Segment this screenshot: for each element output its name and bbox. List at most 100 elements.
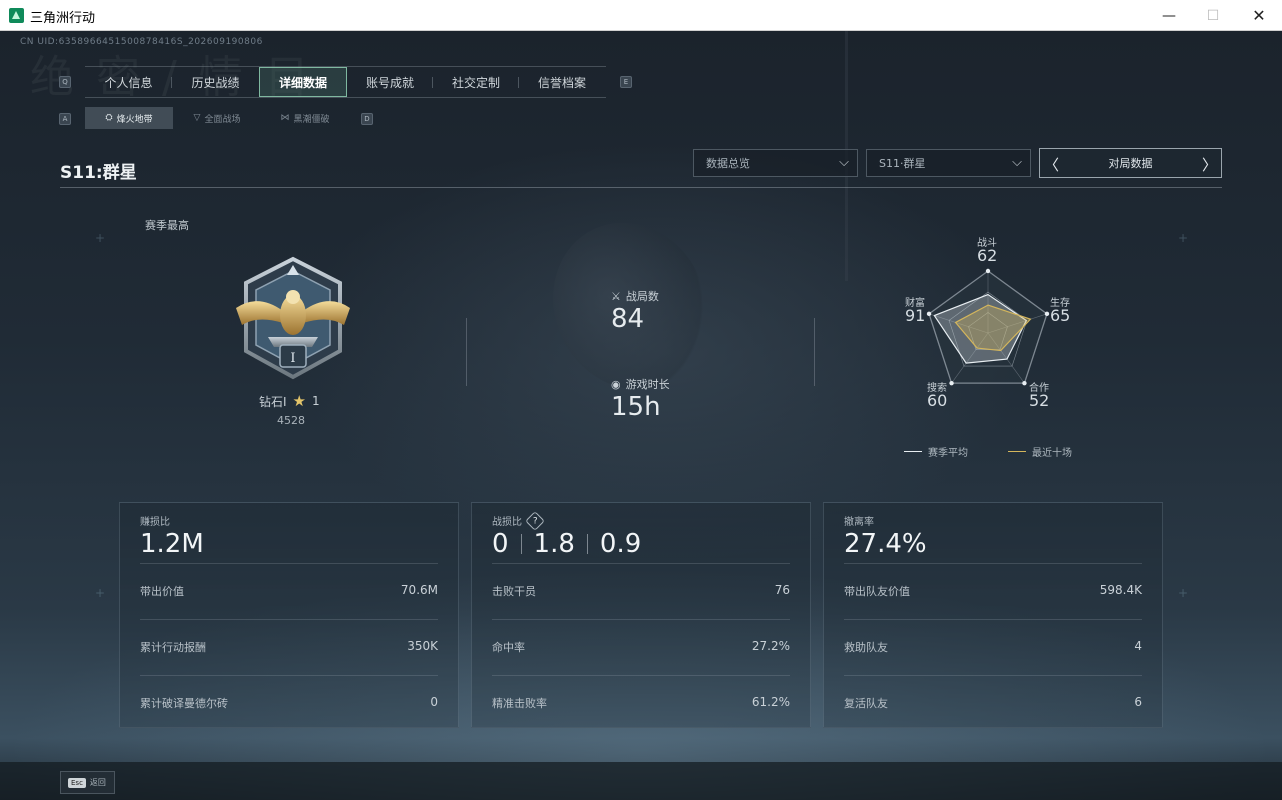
subtab-label: 烽火地带: [116, 114, 153, 125]
player-uid: CN UID:6358966451500878416S_202609190806: [20, 37, 263, 47]
key-hint-e: E: [620, 76, 632, 88]
overview-dropdown[interactable]: 数据总览 ⌵: [693, 149, 858, 177]
radar-vertex: [1044, 311, 1050, 317]
row-label: 救助队友: [844, 641, 888, 654]
crosshair-decoration: +: [95, 586, 106, 600]
radar-axis-value: 65: [1050, 306, 1071, 325]
radar-axis-value: 60: [927, 391, 948, 410]
row-label: 带出队友价值: [844, 585, 910, 598]
row-divider: [492, 619, 790, 620]
tab-personal-info[interactable]: 个人信息: [85, 67, 172, 97]
app-logo-icon: [9, 8, 24, 23]
playtime-label: ◉ 游戏时长: [611, 376, 670, 392]
tab-label: 社交定制: [451, 75, 500, 90]
minimize-button[interactable]: —: [1146, 3, 1192, 28]
row-label: 带出价值: [140, 585, 184, 598]
radar-vertex: [949, 380, 954, 386]
game-stage: 绝 密 / 情 目 + + + + CN UID:635896645150087…: [0, 31, 1282, 800]
row-divider: [844, 563, 1142, 564]
row-divider: [492, 675, 790, 676]
chevron-left-icon[interactable]: 〈: [1044, 154, 1059, 175]
row-value: 70.6M: [400, 583, 438, 597]
legend-label: 最近十场: [1032, 448, 1072, 459]
row-divider: [140, 619, 438, 620]
star-icon: ★: [292, 392, 306, 410]
card-title: 撤离率: [844, 517, 874, 528]
tab-label: 历史战绩: [191, 75, 240, 90]
legend-label: 赛季平均: [928, 448, 968, 459]
key-hint-q: Q: [59, 76, 71, 88]
subtab-label: 全面战场: [204, 114, 241, 125]
row-value: 0: [430, 695, 438, 709]
tab-label: 个人信息: [104, 75, 153, 90]
sub-tab-bar: ⛭ 烽火地带 ▽ 全面战场 ⋈ 黑潮僵破: [85, 107, 349, 129]
header-divider: [60, 187, 1222, 188]
row-divider: [844, 619, 1142, 620]
playtime-label-text: 游戏时长: [625, 378, 670, 391]
legend-line: [1008, 451, 1026, 452]
tab-label: 信誉档案: [537, 75, 586, 90]
dropdown-value: 数据总览: [706, 157, 750, 170]
season-high-label: 赛季最高: [145, 219, 189, 232]
maximize-button[interactable]: ☐: [1190, 3, 1236, 28]
tab-label: 详细数据: [278, 75, 327, 90]
crosshair-decoration: +: [95, 231, 106, 245]
row-divider: [844, 675, 1142, 676]
row-value: 76: [774, 583, 790, 597]
radar-vertex: [1022, 380, 1027, 386]
rank-tier: 钻石I ★ 1: [259, 392, 320, 410]
tab-reputation[interactable]: 信誉档案: [519, 67, 605, 97]
subtab-operations[interactable]: ⛭ 烽火地带: [85, 107, 173, 129]
chevron-right-icon[interactable]: 〉: [1202, 154, 1217, 175]
legend-recent-ten: 最近十场: [1008, 444, 1072, 459]
row-label: 击败干员: [492, 585, 536, 598]
row-label: 命中率: [492, 641, 525, 654]
card-title: 赚损比: [140, 517, 170, 528]
help-icon[interactable]: ?: [525, 510, 545, 531]
row-divider: [140, 675, 438, 676]
card-main-value: 0 1.8 0.9: [492, 529, 642, 559]
subtab-warfare[interactable]: ▽ 全面战场: [173, 107, 261, 129]
subtab-black-tide[interactable]: ⋈ 黑潮僵破: [261, 107, 349, 129]
tab-detailed-data[interactable]: 详细数据: [259, 67, 347, 97]
close-button[interactable]: ✕: [1236, 3, 1282, 28]
subtab-label: 黑潮僵破: [293, 114, 330, 125]
chevron-down-icon: ⌵: [839, 155, 849, 170]
matches-label: ⚔ 战局数: [611, 288, 659, 304]
section-divider: [466, 318, 467, 386]
tab-achievements[interactable]: 账号成就: [347, 67, 433, 97]
back-label: 返回: [89, 778, 106, 787]
row-value: 6: [1134, 695, 1142, 709]
crosshair-decoration: +: [1178, 231, 1189, 245]
row-value: 27.2%: [751, 639, 790, 653]
chevron-down-icon: ⌵: [1012, 155, 1022, 170]
season-dropdown[interactable]: S11·群星 ⌵: [866, 149, 1031, 177]
radar-axis-value: 62: [977, 246, 998, 265]
card-title: 战损比 ?: [492, 510, 545, 531]
radar-vertex: [985, 268, 991, 274]
key-hint-a: A: [59, 113, 71, 125]
main-tab-bar: 个人信息 历史战绩 详细数据 账号成就 社交定制 信誉档案: [85, 66, 606, 98]
black-tide-icon: ⋈: [280, 113, 290, 123]
rank-tier-label: 钻石I: [259, 394, 287, 409]
window-title: 三角洲行动: [30, 11, 96, 26]
section-divider: [814, 318, 815, 386]
tab-label: 账号成就: [365, 75, 414, 90]
tab-history[interactable]: 历史战绩: [172, 67, 259, 97]
rank-badge-icon: I: [236, 256, 350, 380]
selector-label: 对局数据: [1108, 157, 1153, 170]
tab-social[interactable]: 社交定制: [433, 67, 519, 97]
clock-icon: ◉: [611, 377, 621, 391]
match-data-selector[interactable]: 〈 对局数据 〉: [1039, 148, 1222, 178]
dropdown-value: S11·群星: [879, 157, 926, 170]
legend-line: [904, 451, 922, 452]
operations-icon: ⛭: [105, 113, 113, 123]
back-button[interactable]: Esc 返回: [60, 771, 115, 794]
radar-vertex: [926, 311, 932, 317]
crosshair-decoration: +: [1178, 586, 1189, 600]
row-divider: [492, 563, 790, 564]
row-value: 598.4K: [1099, 583, 1142, 597]
card-main-value: 27.4%: [844, 529, 927, 559]
warfare-icon: ▽: [193, 113, 201, 123]
esc-key-icon: Esc: [68, 777, 86, 788]
